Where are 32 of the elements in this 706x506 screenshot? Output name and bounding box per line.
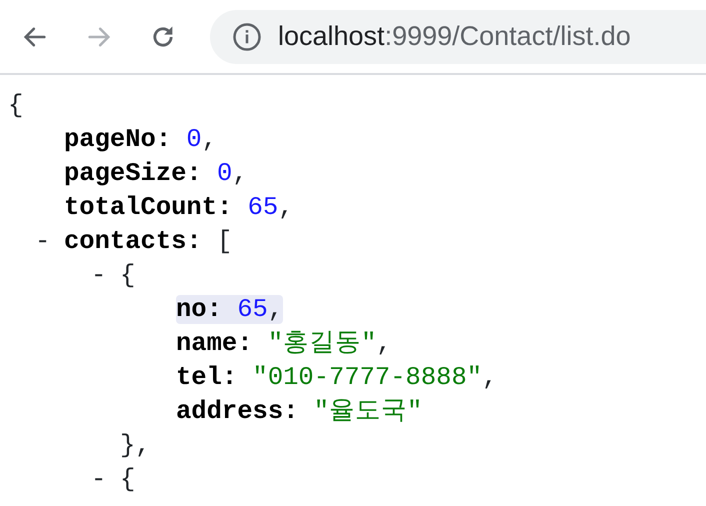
json-key: contacts: bbox=[64, 227, 202, 256]
bracket: { bbox=[120, 261, 136, 290]
json-key: address: bbox=[176, 397, 298, 426]
url-text: localhost:9999/Contact/list.do bbox=[278, 20, 631, 54]
json-key: name: bbox=[176, 329, 253, 358]
json-key: pageSize: bbox=[64, 159, 202, 188]
punctuation: , bbox=[376, 329, 392, 358]
json-string: "010-7777-8888" bbox=[252, 363, 482, 392]
collapse-toggle[interactable]: - bbox=[35, 225, 64, 259]
bracket: { bbox=[120, 465, 136, 494]
punctuation: , bbox=[482, 363, 498, 392]
punctuation: , bbox=[278, 193, 294, 222]
json-string: "홍길동" bbox=[268, 329, 376, 358]
punctuation: , bbox=[232, 159, 248, 188]
json-number: 0 bbox=[186, 125, 202, 154]
collapse-toggle[interactable]: - bbox=[91, 259, 120, 293]
json-string: "율도국" bbox=[314, 397, 422, 426]
punctuation: , bbox=[202, 125, 218, 154]
info-icon[interactable] bbox=[232, 22, 262, 52]
json-key: no: bbox=[176, 295, 222, 324]
json-number: 0 bbox=[217, 159, 232, 188]
json-key: pageNo: bbox=[64, 125, 172, 154]
bracket: [ bbox=[217, 227, 232, 256]
json-key: totalCount: bbox=[64, 193, 232, 222]
json-number: 65 bbox=[248, 193, 278, 222]
json-number: 65 bbox=[237, 295, 268, 324]
collapse-toggle[interactable]: - bbox=[91, 463, 120, 497]
json-key: tel: bbox=[176, 363, 238, 392]
punctuation: , bbox=[268, 295, 284, 324]
address-bar[interactable]: localhost:9999/Contact/list.do bbox=[210, 10, 706, 64]
bracket: }, bbox=[120, 431, 151, 460]
bracket: { bbox=[8, 91, 24, 120]
